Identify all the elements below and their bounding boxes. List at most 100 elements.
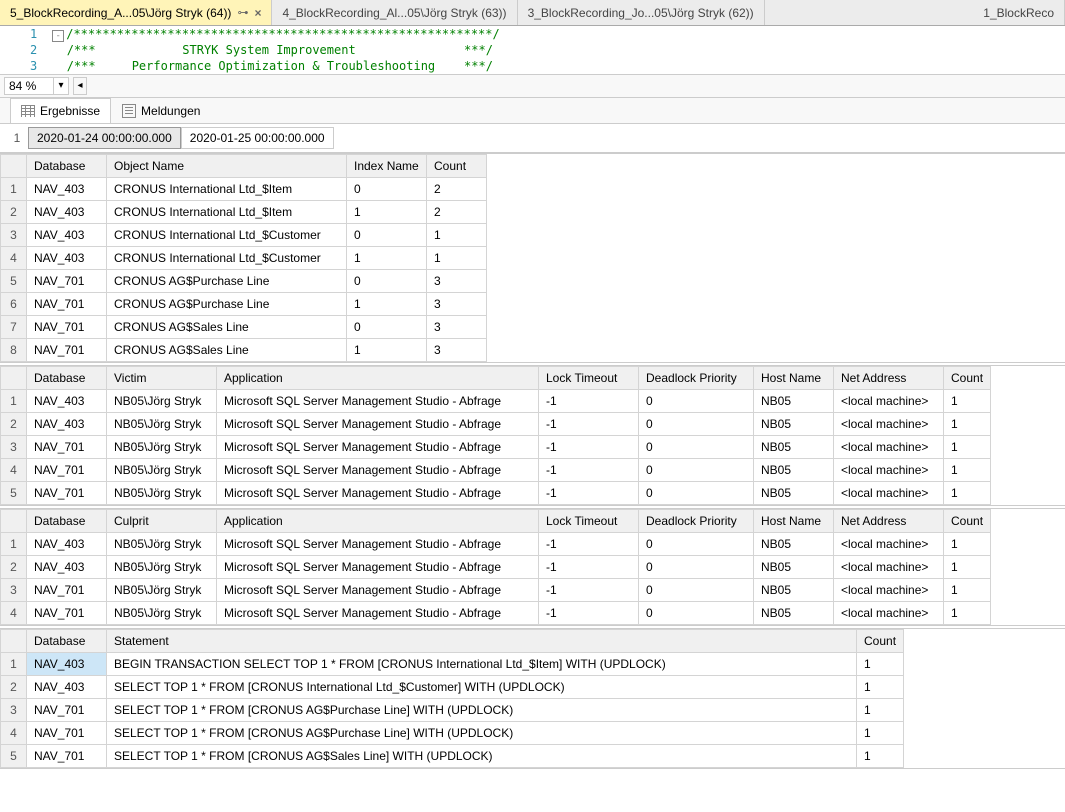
table-cell[interactable]: NB05 bbox=[754, 459, 834, 482]
results-grid-2[interactable]: DatabaseVictimApplicationLock TimeoutDea… bbox=[0, 365, 1065, 506]
table-cell[interactable]: NAV_403 bbox=[27, 676, 107, 699]
column-header[interactable]: Statement bbox=[107, 630, 857, 653]
table-row[interactable]: 2NAV_403NB05\Jörg StrykMicrosoft SQL Ser… bbox=[1, 556, 991, 579]
table-cell[interactable]: <local machine> bbox=[834, 556, 944, 579]
table-cell[interactable]: Microsoft SQL Server Management Studio -… bbox=[217, 390, 539, 413]
table-cell[interactable]: <local machine> bbox=[834, 482, 944, 505]
table-row[interactable]: 3NAV_701NB05\Jörg StrykMicrosoft SQL Ser… bbox=[1, 436, 991, 459]
table-cell[interactable]: <local machine> bbox=[834, 533, 944, 556]
column-header[interactable]: Deadlock Priority bbox=[639, 367, 754, 390]
table-cell[interactable]: 0 bbox=[347, 224, 427, 247]
table-cell[interactable]: 1 bbox=[347, 201, 427, 224]
table-row[interactable]: 3NAV_701NB05\Jörg StrykMicrosoft SQL Ser… bbox=[1, 579, 991, 602]
row-header[interactable]: 4 bbox=[1, 602, 27, 625]
table-cell[interactable]: 1 bbox=[944, 436, 991, 459]
results-grid-4[interactable]: DatabaseStatementCount1NAV_403 BEGIN TRA… bbox=[0, 628, 1065, 769]
table-row[interactable]: 7NAV_701CRONUS AG$Sales Line03 bbox=[1, 316, 487, 339]
table-cell[interactable]: -1 bbox=[539, 579, 639, 602]
table-cell[interactable]: -1 bbox=[539, 556, 639, 579]
row-header[interactable]: 2 bbox=[1, 676, 27, 699]
table-cell[interactable]: -1 bbox=[539, 533, 639, 556]
column-header[interactable]: Count bbox=[944, 510, 991, 533]
table-cell[interactable]: 1 bbox=[427, 247, 487, 270]
column-header[interactable]: Database bbox=[27, 155, 107, 178]
row-header[interactable]: 2 bbox=[1, 413, 27, 436]
table-row[interactable]: 3NAV_701 SELECT TOP 1 * FROM [CRONUS AG$… bbox=[1, 699, 904, 722]
table-cell[interactable]: NAV_403 bbox=[27, 556, 107, 579]
timestamp-a[interactable]: 2020-01-24 00:00:00.000 bbox=[28, 127, 181, 149]
table-cell[interactable]: 1 bbox=[347, 247, 427, 270]
row-header[interactable]: 4 bbox=[1, 459, 27, 482]
table-cell[interactable]: NB05 bbox=[754, 436, 834, 459]
table-cell[interactable]: -1 bbox=[539, 436, 639, 459]
column-header[interactable]: Database bbox=[27, 630, 107, 653]
row-header[interactable]: 6 bbox=[1, 293, 27, 316]
table-cell[interactable]: 1 bbox=[944, 602, 991, 625]
tab-file-1[interactable]: 1_BlockReco bbox=[973, 0, 1065, 25]
results-grid-1[interactable]: DatabaseObject NameIndex NameCount1NAV_4… bbox=[0, 153, 1065, 363]
table-cell[interactable]: 1 bbox=[944, 533, 991, 556]
table-cell[interactable]: SELECT TOP 1 * FROM [CRONUS AG$Purchase … bbox=[107, 699, 857, 722]
table-cell[interactable]: 1 bbox=[857, 745, 904, 768]
table-cell[interactable]: NB05\Jörg Stryk bbox=[107, 459, 217, 482]
table-row[interactable]: 4NAV_403CRONUS International Ltd_$Custom… bbox=[1, 247, 487, 270]
table-cell[interactable]: NB05 bbox=[754, 533, 834, 556]
table-cell[interactable]: NB05 bbox=[754, 413, 834, 436]
table-cell[interactable]: 2 bbox=[427, 178, 487, 201]
table-cell[interactable]: NB05 bbox=[754, 579, 834, 602]
table-cell[interactable]: <local machine> bbox=[834, 602, 944, 625]
tab-file-5[interactable]: 5_BlockRecording_A...05\Jörg Stryk (64))… bbox=[0, 0, 272, 25]
table-cell[interactable]: 1 bbox=[944, 390, 991, 413]
table-cell[interactable]: 1 bbox=[857, 699, 904, 722]
table-cell[interactable]: 2 bbox=[427, 201, 487, 224]
table-cell[interactable]: NB05\Jörg Stryk bbox=[107, 556, 217, 579]
table-cell[interactable]: NAV_701 bbox=[27, 293, 107, 316]
row-header[interactable]: 8 bbox=[1, 339, 27, 362]
table-cell[interactable]: <local machine> bbox=[834, 579, 944, 602]
table-cell[interactable]: -1 bbox=[539, 602, 639, 625]
table-row[interactable]: 2NAV_403CRONUS International Ltd_$Item12 bbox=[1, 201, 487, 224]
fold-icon[interactable]: - bbox=[52, 30, 64, 42]
table-cell[interactable]: 1 bbox=[427, 224, 487, 247]
table-cell[interactable]: NAV_403 bbox=[27, 178, 107, 201]
table-row[interactable]: 2NAV_403NB05\Jörg StrykMicrosoft SQL Ser… bbox=[1, 413, 991, 436]
table-cell[interactable]: NAV_701 bbox=[27, 316, 107, 339]
close-icon[interactable]: × bbox=[254, 6, 261, 20]
table-cell[interactable]: 3 bbox=[427, 316, 487, 339]
table-cell[interactable]: CRONUS International Ltd_$Item bbox=[107, 178, 347, 201]
table-cell[interactable]: BEGIN TRANSACTION SELECT TOP 1 * FROM [C… bbox=[107, 653, 857, 676]
table-row[interactable]: 5NAV_701NB05\Jörg StrykMicrosoft SQL Ser… bbox=[1, 482, 991, 505]
table-cell[interactable]: -1 bbox=[539, 482, 639, 505]
row-header[interactable]: 1 bbox=[1, 178, 27, 201]
row-header[interactable]: 5 bbox=[1, 745, 27, 768]
table-cell[interactable]: NB05 bbox=[754, 482, 834, 505]
table-cell[interactable]: CRONUS International Ltd_$Item bbox=[107, 201, 347, 224]
column-header[interactable]: Application bbox=[217, 510, 539, 533]
table-row[interactable]: 1NAV_403NB05\Jörg StrykMicrosoft SQL Ser… bbox=[1, 533, 991, 556]
table-row[interactable]: 1NAV_403 BEGIN TRANSACTION SELECT TOP 1 … bbox=[1, 653, 904, 676]
table-cell[interactable]: 0 bbox=[347, 178, 427, 201]
table-row[interactable]: 5NAV_701 SELECT TOP 1 * FROM [CRONUS AG$… bbox=[1, 745, 904, 768]
row-header[interactable]: 3 bbox=[1, 579, 27, 602]
table-cell[interactable]: <local machine> bbox=[834, 413, 944, 436]
table-cell[interactable]: NB05 bbox=[754, 390, 834, 413]
table-cell[interactable]: <local machine> bbox=[834, 459, 944, 482]
table-cell[interactable]: 1 bbox=[857, 653, 904, 676]
table-cell[interactable]: NAV_701 bbox=[27, 745, 107, 768]
table-cell[interactable]: SELECT TOP 1 * FROM [CRONUS AG$Purchase … bbox=[107, 722, 857, 745]
column-header[interactable]: Count bbox=[427, 155, 487, 178]
scroll-left-icon[interactable]: ◂ bbox=[73, 77, 87, 95]
table-cell[interactable]: 3 bbox=[427, 339, 487, 362]
pin-icon[interactable]: ⊶ bbox=[237, 6, 248, 19]
table-cell[interactable]: NAV_403 bbox=[27, 533, 107, 556]
row-header[interactable]: 3 bbox=[1, 699, 27, 722]
table-cell[interactable]: NAV_701 bbox=[27, 602, 107, 625]
table-cell[interactable]: 1 bbox=[944, 556, 991, 579]
table-cell[interactable]: NB05\Jörg Stryk bbox=[107, 482, 217, 505]
table-cell[interactable]: CRONUS AG$Sales Line bbox=[107, 339, 347, 362]
table-cell[interactable]: NB05\Jörg Stryk bbox=[107, 436, 217, 459]
table-row[interactable]: 5NAV_701CRONUS AG$Purchase Line03 bbox=[1, 270, 487, 293]
column-header[interactable]: Host Name bbox=[754, 367, 834, 390]
row-header[interactable]: 3 bbox=[1, 224, 27, 247]
table-cell[interactable]: CRONUS AG$Purchase Line bbox=[107, 293, 347, 316]
